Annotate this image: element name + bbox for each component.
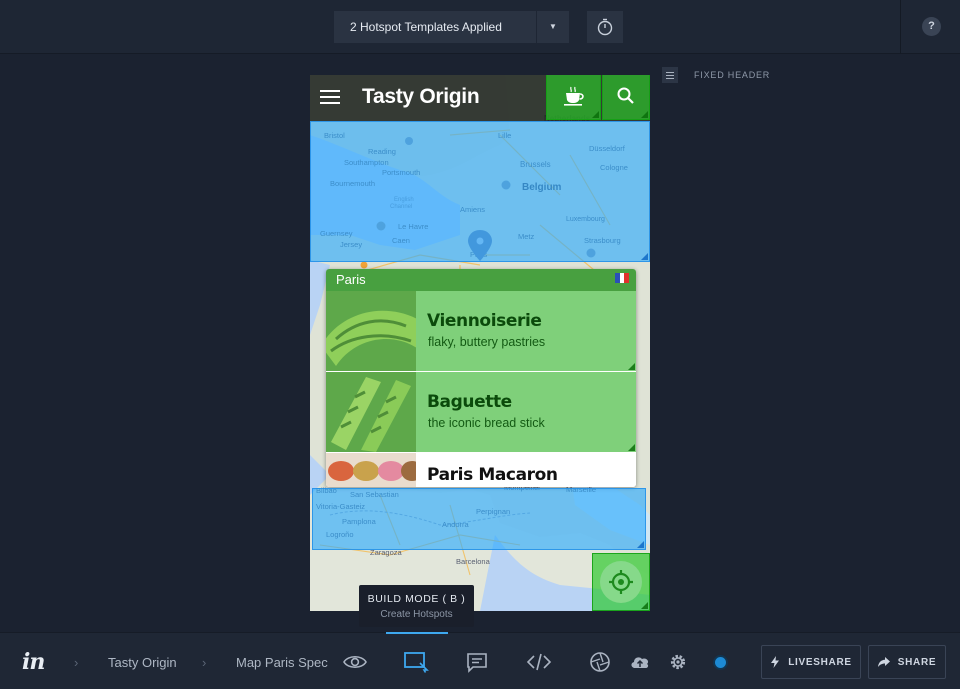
- help-button[interactable]: ?: [922, 17, 941, 36]
- tooltip-title: BUILD MODE ( B ): [367, 593, 466, 605]
- hotspot-map-south[interactable]: [312, 488, 646, 550]
- hotspot-rectangle-icon: [404, 652, 429, 673]
- eye-icon: [343, 655, 367, 669]
- comment-mode-button[interactable]: [464, 650, 490, 674]
- hotspot-baguette[interactable]: [326, 372, 636, 452]
- breadcrumb-screen[interactable]: Map Paris Spec: [236, 655, 328, 670]
- inspect-mode-button[interactable]: [526, 650, 552, 674]
- card-header: Paris: [326, 269, 636, 291]
- fixed-header-label: FIXED HEADER: [694, 70, 771, 80]
- chevron-right-icon: ›: [74, 655, 79, 670]
- city-name: Paris: [336, 272, 366, 287]
- liveshare-button[interactable]: LIVESHARE: [761, 645, 861, 679]
- tooltip-subtitle: Create Hotspots: [380, 609, 453, 620]
- city-card: Paris Viennoiserie flaky, buttery pastri…: [326, 269, 636, 487]
- liveshare-label: LIVESHARE: [788, 656, 852, 668]
- item-title: Paris Macaron: [427, 465, 558, 485]
- hotspot-template-select[interactable]: 2 Hotspot Templates Applied: [334, 11, 536, 43]
- settings-button[interactable]: [665, 650, 691, 674]
- hotspot-cup-button[interactable]: [546, 75, 601, 120]
- sync-status-indicator[interactable]: [713, 655, 728, 670]
- prototype-screen[interactable]: Bristol Reading Southampton Portsmouth B…: [310, 75, 650, 611]
- macaron-thumbnail: [326, 453, 416, 487]
- cloud-upload-icon: [631, 657, 649, 668]
- share-arrow-icon: [877, 657, 890, 667]
- hotspot-map-north[interactable]: [310, 121, 650, 262]
- timer-button[interactable]: [587, 11, 623, 43]
- toolbar-divider: [900, 0, 901, 54]
- coffee-cup-icon: [564, 86, 584, 106]
- map-pin-icon: [360, 261, 368, 269]
- gear-icon: [670, 654, 686, 670]
- france-flag-icon: [615, 273, 630, 283]
- chevron-right-icon: ›: [202, 655, 207, 670]
- aperture-icon: [590, 652, 610, 672]
- invision-logo[interactable]: in: [22, 649, 45, 675]
- template-dropdown-caret-icon[interactable]: ▼: [537, 11, 569, 43]
- share-button[interactable]: SHARE: [868, 645, 946, 679]
- breadcrumb-project[interactable]: Tasty Origin: [108, 655, 177, 670]
- menu-lines-icon: [662, 67, 678, 83]
- app-title: Tasty Origin: [362, 85, 480, 108]
- hotspot-search-button[interactable]: [602, 75, 650, 120]
- fixed-header-indicator[interactable]: FIXED HEADER: [662, 67, 770, 83]
- stopwatch-icon: [597, 18, 613, 36]
- preview-mode-button[interactable]: [342, 650, 368, 674]
- locate-target-icon: [600, 561, 642, 603]
- share-label: SHARE: [897, 656, 937, 668]
- history-mode-button[interactable]: [587, 650, 613, 674]
- active-mode-indicator: [386, 632, 448, 634]
- map-label: Barcelona: [456, 557, 491, 566]
- hotspot-viennoiserie[interactable]: [326, 291, 636, 371]
- search-icon: [617, 87, 634, 104]
- comment-icon: [467, 653, 487, 673]
- hamburger-menu-icon[interactable]: [320, 90, 340, 104]
- list-item[interactable]: Paris Macaron: [326, 453, 636, 487]
- code-icon: [526, 653, 552, 671]
- build-mode-button[interactable]: [403, 650, 429, 674]
- lightning-icon: [771, 656, 780, 668]
- build-mode-tooltip: BUILD MODE ( B ) Create Hotspots: [359, 585, 474, 627]
- sync-button[interactable]: [627, 650, 653, 674]
- hotspot-locate-button[interactable]: [592, 553, 650, 611]
